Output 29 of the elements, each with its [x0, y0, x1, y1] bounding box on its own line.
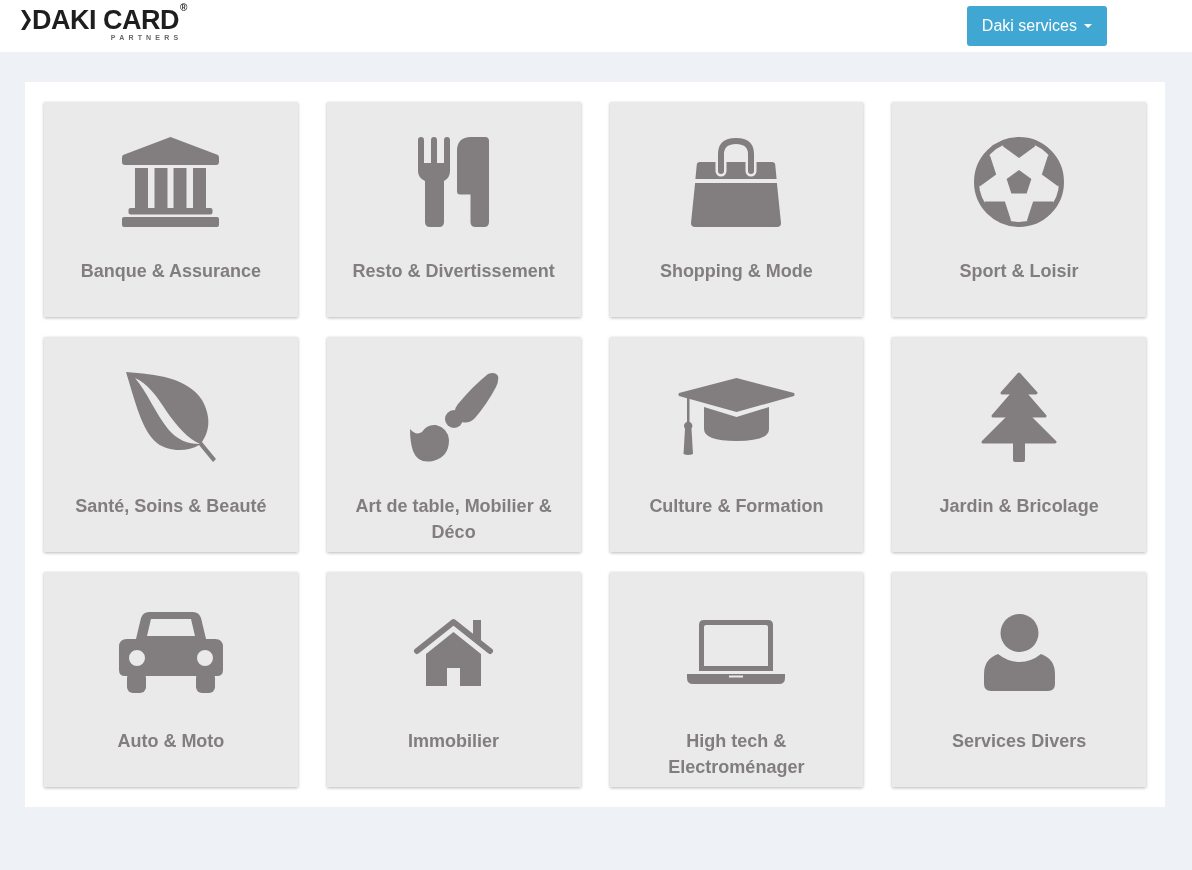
registered-mark: ® [180, 3, 188, 13]
pine-tree-icon [981, 372, 1058, 462]
house-icon [413, 618, 495, 686]
category-tile[interactable]: Immobilier [326, 572, 581, 787]
graduation-cap-icon [677, 378, 795, 456]
caret-icon [1084, 24, 1092, 28]
category-tile[interactable]: Santé, Soins & Beauté [44, 337, 298, 552]
category-tile[interactable]: Auto & Moto [44, 572, 298, 787]
bank-icon [122, 137, 220, 227]
fork-knife-icon [417, 137, 490, 227]
category-tile[interactable]: Art de table, Mobilier & Déco [326, 337, 581, 552]
car-icon [118, 611, 223, 693]
laptop-icon [687, 620, 786, 684]
category-tile[interactable]: Shopping & Mode [609, 102, 864, 317]
paintbrush-icon [408, 372, 499, 462]
shopping-bag-icon [691, 137, 782, 227]
leaf-icon [125, 372, 216, 462]
person-icon [983, 613, 1055, 691]
category-tile[interactable]: Banque & Assurance [44, 102, 298, 317]
category-tile[interactable]: Jardin & Bricolage [892, 337, 1146, 552]
soccer-ball-icon [974, 137, 1065, 227]
category-tile[interactable]: Services Divers [892, 572, 1146, 787]
chevron-icon [21, 10, 31, 30]
category-tile[interactable]: Resto & Divertissement [326, 102, 581, 317]
logo-text: DAKI CARD [32, 6, 179, 34]
category-tile[interactable]: Culture & Formation [609, 337, 864, 552]
category-tile[interactable]: Sport & Loisir [892, 102, 1146, 317]
category-tile[interactable]: High tech & Electroménager [609, 572, 864, 787]
services-dropdown-button[interactable]: Daki services [966, 6, 1107, 46]
